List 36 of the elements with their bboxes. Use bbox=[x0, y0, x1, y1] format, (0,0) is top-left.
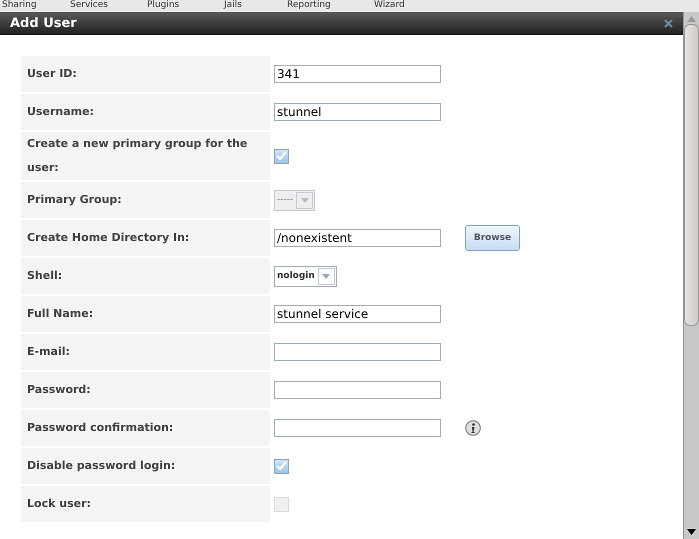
field-label: E-mail: bbox=[21, 334, 270, 370]
text-field[interactable] bbox=[274, 381, 441, 399]
field-label: User ID: bbox=[21, 56, 270, 92]
text-field[interactable]: stunnel service bbox=[274, 305, 441, 323]
field-label: Create Home Directory In: bbox=[21, 220, 270, 256]
browse-button[interactable]: Browse bbox=[465, 225, 520, 251]
field-label: Username: bbox=[21, 94, 270, 130]
menu-tab[interactable]: Reporting bbox=[287, 0, 374, 11]
text-field[interactable]: stunnel bbox=[274, 103, 441, 121]
dialog-title: Add User bbox=[10, 16, 77, 31]
scroll-up-icon[interactable] bbox=[687, 16, 696, 22]
menu-tab[interactable]: Jails bbox=[224, 0, 287, 11]
dropdown[interactable]: nologin bbox=[274, 266, 337, 286]
field-label: Primary Group: bbox=[21, 182, 270, 218]
field-label: Shell: bbox=[21, 258, 270, 294]
field-label: Password: bbox=[21, 372, 270, 408]
text-field[interactable] bbox=[274, 343, 441, 361]
menu-tab[interactable]: Plugins bbox=[147, 0, 224, 11]
field-label: Password confirmation: bbox=[21, 410, 270, 446]
dropdown-arrow-icon[interactable] bbox=[322, 274, 330, 278]
menu-tab[interactable]: Sharing bbox=[2, 0, 70, 11]
checkbox[interactable] bbox=[274, 148, 289, 164]
text-field[interactable]: /nonexistent bbox=[274, 229, 441, 247]
scrollbar[interactable] bbox=[683, 12, 699, 539]
text-field[interactable]: 341 bbox=[274, 65, 441, 83]
field-label: Create a new primary group for the user: bbox=[21, 132, 270, 180]
menu-tab[interactable]: Services bbox=[70, 0, 147, 11]
text-field[interactable] bbox=[274, 419, 441, 437]
field-label: Disable password login: bbox=[21, 448, 270, 484]
field-label: Lock user: bbox=[21, 486, 270, 522]
scroll-down-icon[interactable] bbox=[687, 529, 696, 535]
checkbox[interactable] bbox=[274, 458, 289, 474]
info-icon[interactable] bbox=[465, 420, 481, 436]
field-label: Full Name: bbox=[21, 296, 270, 332]
menu-tab[interactable]: Wizard bbox=[374, 0, 434, 11]
close-icon[interactable] bbox=[664, 19, 673, 28]
